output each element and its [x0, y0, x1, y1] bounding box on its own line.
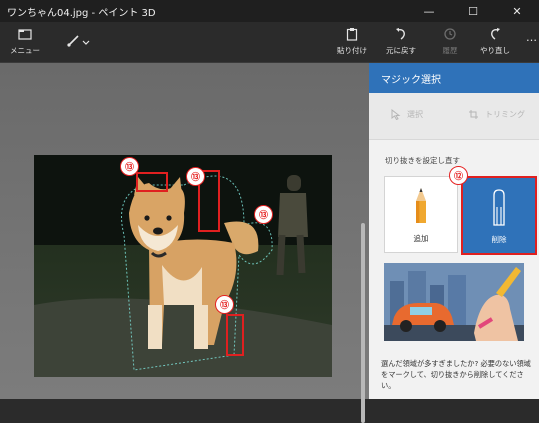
- crop-icon: [469, 110, 478, 119]
- more-button[interactable]: …: [526, 28, 537, 44]
- window-controls: — ☐ ✕: [407, 0, 539, 22]
- paste-button[interactable]: 貼り付け: [337, 26, 367, 56]
- annotation-box: [136, 172, 168, 192]
- brush-icon: [64, 33, 82, 49]
- eraser-icon: [493, 189, 505, 226]
- remove-option-label: 削除: [491, 235, 507, 244]
- pencil-icon: [416, 188, 426, 223]
- magic-select-panel: マジック選択 選択 トリミング 切り抜きを設定し直す 追加 削除 選んだ領域が多…: [369, 63, 539, 399]
- minimize-button[interactable]: —: [407, 0, 451, 22]
- help-text: 選んだ領域が多すぎましたか? 必要のない領域をマークして、切り抜きから削除してく…: [381, 359, 531, 390]
- clipboard-icon: [343, 26, 361, 42]
- add-option-button[interactable]: 追加: [384, 176, 458, 253]
- annotation-callout: ⑬: [215, 295, 234, 314]
- title-bar: ワンちゃん04.jpg - ペイント 3D — ☐ ✕: [0, 0, 539, 22]
- undo-button[interactable]: 元に戻す: [386, 26, 416, 56]
- undo-label: 元に戻す: [386, 46, 416, 55]
- select-tool-label: 選択: [407, 110, 423, 119]
- maximize-icon: ☐: [468, 4, 478, 18]
- panel-tools: 選択 トリミング: [369, 93, 539, 140]
- annotation-callout: ⑬: [254, 205, 273, 224]
- panel-title: マジック選択: [381, 74, 441, 86]
- cursor-icon: [391, 109, 401, 120]
- redo-label: やり直し: [480, 46, 510, 55]
- tutorial-illustration: [384, 263, 524, 341]
- chevron-down-icon: [82, 31, 90, 50]
- annotation-box: [226, 314, 244, 356]
- canvas-scrollbar[interactable]: [361, 223, 365, 423]
- undo-icon: [392, 26, 410, 42]
- more-icon: …: [526, 31, 537, 44]
- history-icon: [441, 26, 459, 42]
- toolbar: メニュー 貼り付け 元に戻す 履歴 やり直し …: [0, 22, 539, 63]
- brush-tool-button[interactable]: [64, 31, 90, 50]
- add-option-label: 追加: [413, 234, 429, 243]
- panel-header: マジック選択: [369, 63, 539, 93]
- redo-icon: [486, 26, 504, 42]
- trim-tool-button[interactable]: トリミング: [468, 109, 525, 120]
- window-title: ワンちゃん04.jpg - ペイント 3D: [7, 7, 156, 19]
- canvas-image[interactable]: [34, 155, 332, 377]
- annotation-callout: ⑬: [186, 167, 205, 186]
- dog-photo-illustration: [34, 155, 332, 377]
- reset-cutout-link[interactable]: 切り抜きを設定し直す: [385, 155, 460, 166]
- folder-icon: [16, 26, 34, 42]
- minimize-icon: —: [423, 4, 435, 18]
- close-button[interactable]: ✕: [495, 0, 539, 22]
- paste-label: 貼り付け: [337, 46, 367, 55]
- maximize-button[interactable]: ☐: [451, 0, 495, 22]
- history-label: 履歴: [442, 46, 458, 55]
- trim-tool-label: トリミング: [485, 110, 525, 119]
- redo-button[interactable]: やり直し: [480, 26, 510, 56]
- menu-label: メニュー: [10, 46, 40, 55]
- annotation-callout: ⑬: [120, 157, 139, 176]
- select-tool-button[interactable]: 選択: [391, 109, 423, 120]
- history-button[interactable]: 履歴: [441, 26, 459, 56]
- remove-option-button[interactable]: 削除: [461, 176, 537, 255]
- close-icon: ✕: [512, 4, 522, 18]
- annotation-callout: ⑫: [449, 166, 468, 185]
- menu-button[interactable]: メニュー: [10, 26, 40, 56]
